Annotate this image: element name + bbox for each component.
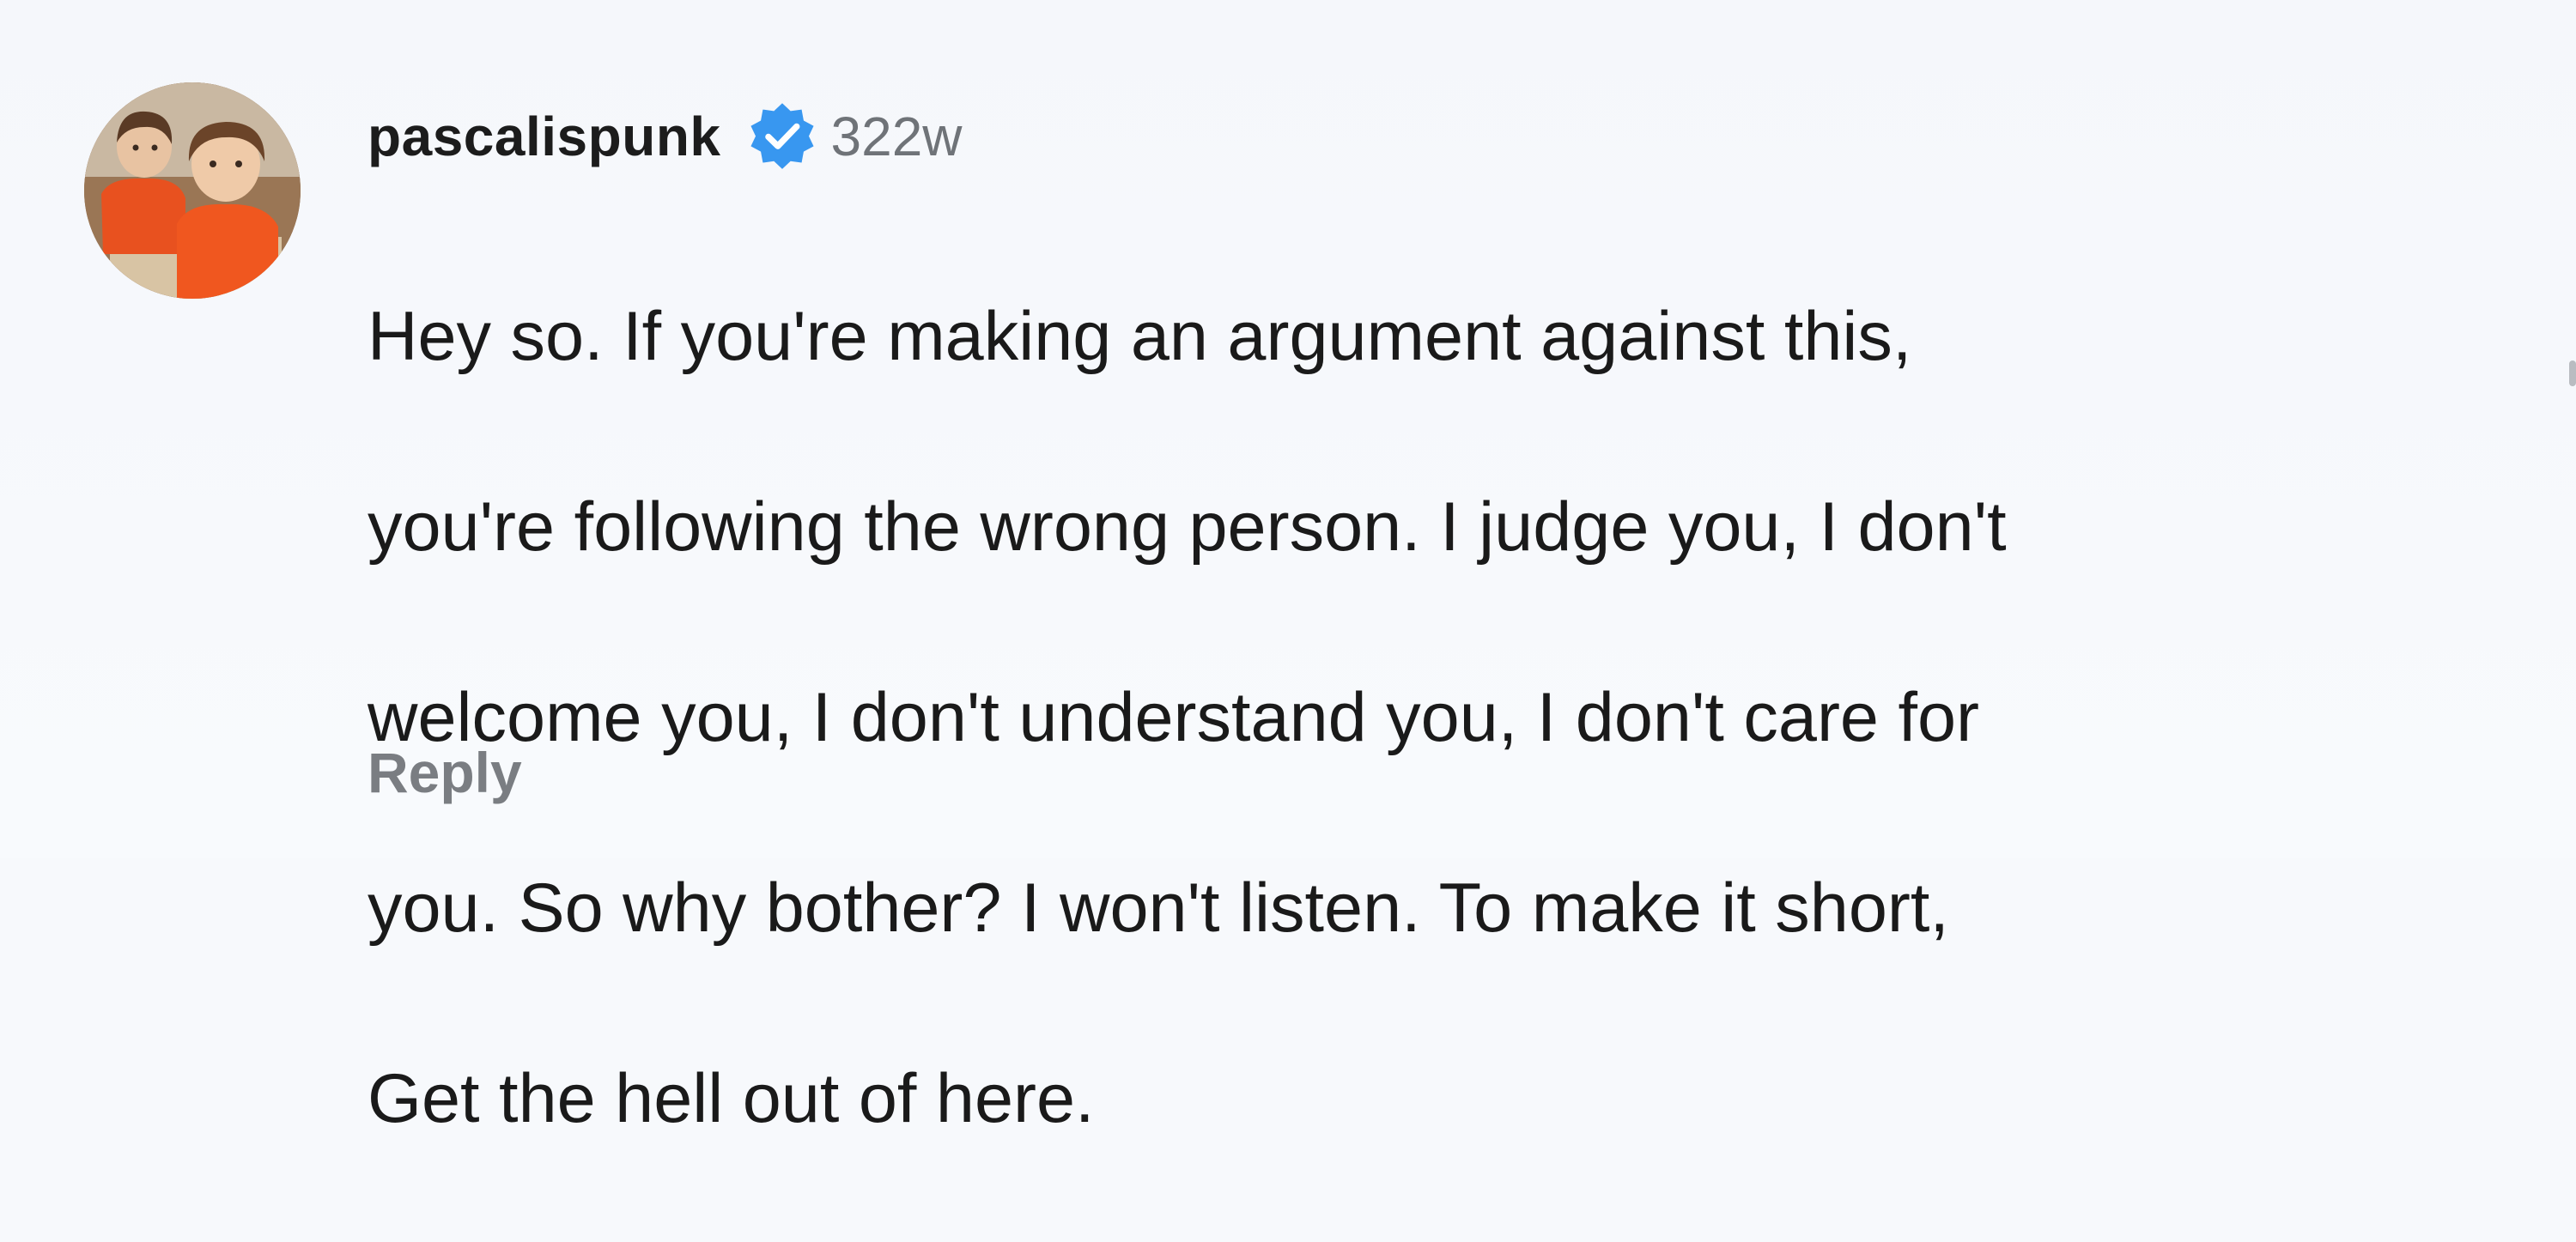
comment-line: you. So why bother? I won't listen. To m… bbox=[368, 869, 1949, 947]
comment-line: Get the hell out of here. bbox=[368, 1060, 1095, 1137]
avatar-photo bbox=[84, 82, 301, 299]
verified-badge-icon bbox=[745, 100, 819, 173]
avatar[interactable] bbox=[84, 82, 301, 299]
scroll-edge-indicator bbox=[2569, 360, 2576, 386]
comment-line: you're following the wrong person. I jud… bbox=[368, 488, 2007, 566]
timestamp: 322w bbox=[830, 106, 963, 167]
comment-text: Hey so. If you're making an argument aga… bbox=[368, 194, 2514, 1242]
comment-body: pascalispunk 322w Hey so. If you're maki… bbox=[368, 84, 2531, 1242]
username[interactable]: pascalispunk bbox=[368, 105, 721, 168]
comment-line: welcome you, I don't understand you, I d… bbox=[368, 679, 1980, 756]
comment-header: pascalispunk 322w bbox=[368, 84, 2531, 189]
comment-line: Hey so. If you're making an argument aga… bbox=[368, 298, 1912, 375]
comment-item: pascalispunk 322w Hey so. If you're maki… bbox=[0, 0, 2576, 1137]
reply-button[interactable]: Reply bbox=[368, 740, 522, 805]
